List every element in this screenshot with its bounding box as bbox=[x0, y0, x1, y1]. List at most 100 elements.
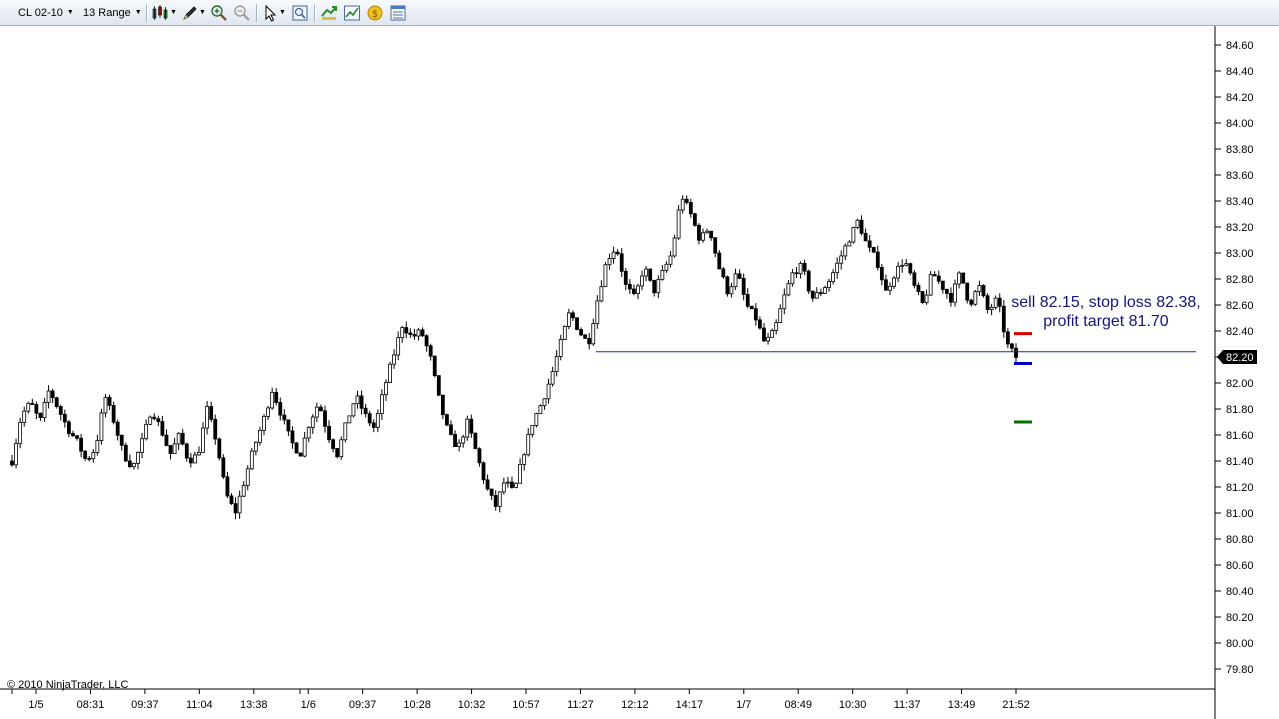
zoom-in-icon[interactable] bbox=[210, 4, 228, 22]
data-box-icon[interactable] bbox=[291, 4, 309, 22]
candle-body bbox=[701, 232, 705, 241]
candle-body bbox=[136, 451, 140, 464]
candle-body bbox=[993, 297, 998, 308]
x-tick-label: 10:28 bbox=[403, 699, 431, 711]
candle-body bbox=[180, 432, 185, 445]
candle-body bbox=[319, 406, 323, 412]
candle-body bbox=[290, 430, 295, 444]
properties-icon[interactable] bbox=[389, 4, 407, 22]
candle-body bbox=[595, 300, 600, 325]
y-tick-label: 80.60 bbox=[1226, 560, 1254, 572]
trade-annotation-line-2[interactable]: profit target 81.70 bbox=[1043, 313, 1169, 330]
toolbar-separator bbox=[314, 4, 315, 22]
candle-body bbox=[107, 396, 112, 406]
order-markers bbox=[1014, 332, 1032, 424]
candle-body bbox=[209, 406, 214, 420]
zoom-out-icon[interactable] bbox=[233, 4, 251, 22]
select-cursor-icon[interactable] bbox=[262, 4, 280, 22]
candle-body bbox=[514, 482, 518, 488]
candle-body bbox=[668, 255, 673, 265]
y-tick-label: 81.00 bbox=[1226, 508, 1254, 520]
candle-body bbox=[30, 402, 35, 405]
candle-body bbox=[286, 419, 291, 432]
candle-body bbox=[34, 404, 39, 414]
period-selector[interactable]: 13 Range ▼ bbox=[83, 4, 142, 22]
chevron-down-icon[interactable]: ▼ bbox=[199, 4, 206, 22]
candle-body bbox=[363, 407, 368, 415]
x-tick-label: 13:38 bbox=[240, 699, 268, 711]
candle-body bbox=[148, 416, 153, 425]
candle-body bbox=[384, 382, 388, 396]
candle-body bbox=[241, 484, 246, 497]
candle-body bbox=[709, 230, 714, 239]
instrument-selector[interactable]: CL 02-10 ▼ bbox=[18, 4, 74, 22]
period-label: 13 Range bbox=[83, 7, 131, 19]
candle-body bbox=[359, 395, 364, 409]
candle-body bbox=[266, 407, 270, 417]
candle-body bbox=[798, 263, 803, 275]
candle-body bbox=[99, 412, 104, 442]
candle-body bbox=[741, 277, 746, 295]
candle-body bbox=[62, 413, 67, 423]
candle-body bbox=[408, 332, 413, 335]
candle-body bbox=[749, 305, 754, 310]
candle-body bbox=[453, 434, 457, 447]
candle-body bbox=[339, 439, 344, 458]
y-tick-label: 81.60 bbox=[1226, 430, 1254, 442]
y-tick-label: 84.00 bbox=[1226, 118, 1254, 130]
candle-body bbox=[416, 329, 421, 337]
candle-body bbox=[737, 273, 742, 279]
candle-body bbox=[847, 241, 852, 247]
candle-body bbox=[778, 308, 783, 323]
chevron-down-icon[interactable]: ▼ bbox=[279, 4, 286, 22]
candle-body bbox=[615, 251, 620, 255]
candle-body bbox=[245, 468, 250, 486]
last-price-text: 82.20 bbox=[1226, 352, 1254, 364]
candle-body bbox=[611, 251, 616, 259]
candle-body bbox=[1014, 347, 1018, 358]
candle-body bbox=[506, 481, 510, 484]
candle-body bbox=[526, 433, 531, 456]
candle-body bbox=[58, 406, 63, 415]
candle-body bbox=[83, 450, 88, 459]
chart-style-icon[interactable] bbox=[151, 4, 169, 22]
candle-body bbox=[298, 452, 303, 457]
y-tick-label: 83.40 bbox=[1226, 196, 1254, 208]
candle-body bbox=[583, 334, 588, 339]
candle-body bbox=[184, 443, 189, 459]
time-axis[interactable]: 1/5 08:31 09:37 11:04 13:38 1/6 09:37 10:28 10:3… bbox=[11, 689, 1030, 711]
candle-body bbox=[493, 495, 498, 507]
chevron-down-icon[interactable]: ▼ bbox=[170, 4, 177, 22]
candle-body bbox=[253, 441, 258, 452]
candle-body bbox=[794, 272, 799, 275]
y-tick-label: 83.20 bbox=[1226, 222, 1254, 234]
drawing-tools-icon[interactable] bbox=[181, 4, 199, 22]
candle-body bbox=[477, 448, 482, 464]
chevron-down-icon: ▼ bbox=[134, 9, 142, 17]
candle-body bbox=[957, 272, 961, 285]
candle-body bbox=[688, 202, 693, 215]
candle-body bbox=[790, 272, 795, 285]
candle-body bbox=[538, 405, 543, 415]
candle-body bbox=[900, 264, 905, 267]
x-tick-label: 10:32 bbox=[458, 699, 486, 711]
trade-annotation-line-1[interactable]: sell 82.15, stop loss 82.38, bbox=[1011, 294, 1200, 311]
candle-body bbox=[640, 275, 644, 287]
candle-body bbox=[733, 273, 738, 288]
candle-body bbox=[985, 295, 990, 310]
indicators-icon[interactable] bbox=[343, 4, 361, 22]
candle-body bbox=[522, 454, 527, 465]
price-chart[interactable]: sell 82.15, stop loss 82.38, profit targ… bbox=[0, 26, 1279, 719]
currency-icon[interactable]: $ bbox=[366, 4, 384, 22]
candle-body bbox=[981, 285, 986, 297]
candle-body bbox=[404, 327, 409, 334]
candle-body bbox=[924, 294, 929, 304]
x-tick-label: 09:37 bbox=[349, 699, 377, 711]
candle-body bbox=[355, 395, 360, 405]
y-tick-label: 83.00 bbox=[1226, 248, 1254, 260]
candle-body bbox=[623, 270, 628, 285]
strategies-icon[interactable] bbox=[320, 4, 338, 22]
y-tick-label: 81.20 bbox=[1226, 482, 1254, 494]
candle-body bbox=[432, 355, 437, 377]
candle-body bbox=[1001, 305, 1006, 333]
